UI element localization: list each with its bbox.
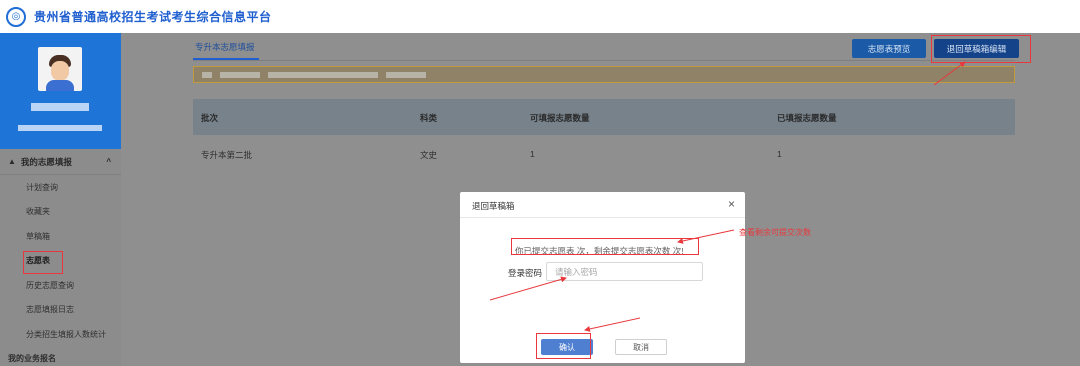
close-icon[interactable]: ×: [728, 197, 735, 211]
tab-upgrade-application[interactable]: 专升本志愿填报: [195, 41, 255, 53]
highlight-box-return-button: [931, 35, 1031, 63]
sidebar-item-history-query[interactable]: 历史志愿查询: [0, 273, 121, 298]
column-header-category: 科类: [420, 113, 438, 123]
highlight-box-confirm: [536, 333, 591, 359]
cell-filled: 1: [777, 149, 782, 159]
cancel-button[interactable]: 取消: [615, 339, 667, 355]
sidebar-item-filing-log[interactable]: 志愿填报日志: [0, 298, 121, 323]
cell-category: 文史: [420, 150, 438, 160]
redacted-user-name: [31, 103, 89, 111]
sidebar-item-category-stats[interactable]: 分类招生填报人数统计: [0, 322, 121, 347]
menu-group-my-applications[interactable]: ▲ 我的志愿填报 ^: [0, 149, 121, 175]
highlight-box-message: [511, 238, 699, 255]
annotation-note: 查看剩余可提交次数: [739, 228, 811, 237]
sidebar: ▲ 我的志愿填报 ^ 计划查询 收藏夹 草稿箱 志愿表 历史志愿查询 志愿填报日…: [0, 33, 121, 366]
password-input[interactable]: [546, 262, 703, 281]
column-header-available: 可填报志愿数量: [530, 113, 590, 123]
password-label: 登录密码: [508, 268, 543, 278]
platform-title: 贵州省普通高校招生考试考生综合信息平台: [34, 10, 272, 24]
top-header: ◎ 贵州省普通高校招生考试考生综合信息平台: [0, 0, 1080, 33]
dialog-divider: [460, 217, 745, 218]
menu-group-label: 我的志愿填报: [20, 156, 72, 167]
column-header-batch: 批次: [201, 113, 219, 123]
platform-logo-icon: ◎: [6, 6, 26, 27]
tab-divider: [193, 60, 1015, 61]
notice-bar: [193, 66, 1015, 83]
redacted-user-id: [18, 125, 102, 131]
sidebar-item-favorites[interactable]: 收藏夹: [0, 200, 121, 225]
sidebar-item-plan-query[interactable]: 计划查询: [0, 175, 121, 200]
cell-available: 1: [530, 149, 535, 159]
dialog-title: 退回草稿箱: [472, 201, 515, 211]
column-header-filled: 已填报志愿数量: [777, 113, 837, 123]
profile-card: [0, 33, 121, 149]
return-to-drafts-dialog: 退回草稿箱 × 你已提交志愿表 次，剩余提交志愿表次数 次! 登录密码 确认 取…: [460, 192, 745, 363]
cell-batch: 专升本第二批: [201, 150, 253, 160]
highlight-box-application-form: [23, 251, 63, 274]
chevron-up-icon: ^: [106, 157, 111, 166]
person-icon: ▲: [8, 157, 16, 166]
sidebar-item-drafts[interactable]: 草稿箱: [0, 224, 121, 249]
sidebar-item-next-group[interactable]: 我的业务报名: [0, 347, 121, 366]
avatar: [38, 47, 82, 91]
preview-form-button[interactable]: 志愿表预览: [852, 39, 926, 58]
table-header: 批次 科类 可填报志愿数量 已填报志愿数量: [193, 99, 1015, 135]
